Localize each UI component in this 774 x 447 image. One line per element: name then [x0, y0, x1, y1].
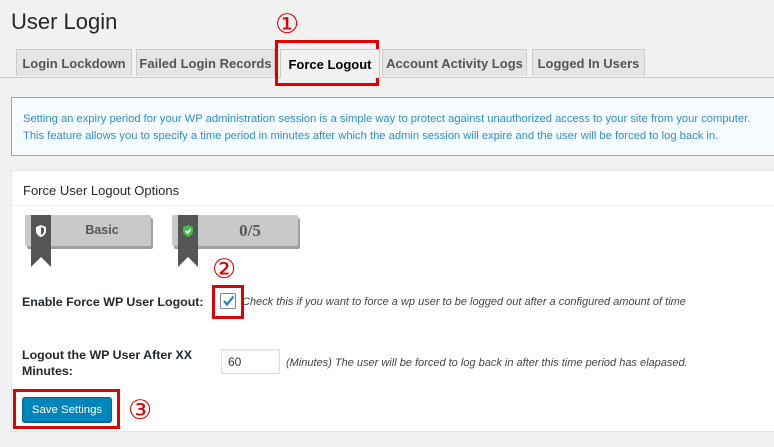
callout-number-1: ① — [275, 9, 300, 40]
logout-after-label: Logout the WP User After XX Minutes: — [22, 347, 192, 379]
shield-icon — [36, 225, 46, 237]
callout-box-save — [13, 389, 120, 429]
tab-failed-login-records[interactable]: Failed Login Records — [136, 49, 275, 76]
logout-minutes-input[interactable]: 60 — [221, 349, 280, 374]
notice-line-2: This feature allows you to specify a tim… — [23, 130, 719, 142]
force-logout-label: Enable Force WP User Logout: — [22, 295, 204, 309]
logout-after-label-line-1: Logout the WP User After XX — [22, 348, 193, 362]
tab-account-activity-logs[interactable]: Account Activity Logs — [382, 49, 527, 76]
force-logout-help: Check this if you want to force a wp use… — [242, 296, 686, 308]
security-level-badge: Basic — [25, 215, 151, 267]
tab-login-lockdown[interactable]: Login Lockdown — [16, 49, 132, 76]
section-title: Force User Logout Options — [12, 171, 774, 206]
tab-divider — [0, 77, 774, 78]
ribbon-icon — [178, 215, 198, 267]
page-title: User Login — [11, 9, 118, 34]
callout-number-2: ② — [212, 254, 237, 285]
ribbon-icon — [31, 215, 51, 267]
logout-after-label-line-2: Minutes: — [22, 364, 73, 378]
info-notice: Setting an expiry period for your WP adm… — [11, 97, 774, 156]
notice-line-1: Setting an expiry period for your WP adm… — [23, 113, 751, 125]
logout-after-help: (Minutes) The user will be forced to log… — [286, 357, 688, 369]
tab-force-logout[interactable]: Force Logout — [280, 49, 380, 78]
callout-number-3: ③ — [128, 395, 153, 426]
shield-check-icon — [183, 225, 193, 237]
security-points-badge: 0/5 — [172, 215, 298, 267]
tab-logged-in-users[interactable]: Logged In Users — [532, 49, 645, 76]
badge-points-text: 0/5 — [239, 221, 261, 240]
badge-level-text: Basic — [85, 223, 119, 237]
callout-box-checkbox — [212, 285, 244, 319]
